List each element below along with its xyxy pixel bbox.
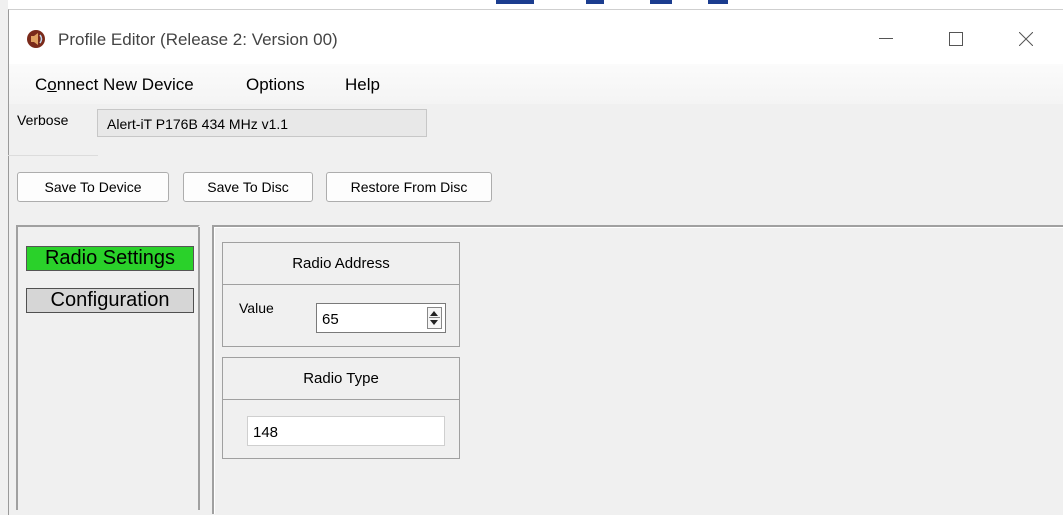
spin-arrows[interactable] <box>427 307 442 329</box>
spin-down-icon[interactable] <box>430 320 438 325</box>
radio-type-title: Radio Type <box>223 358 459 400</box>
nav-configuration-button[interactable]: Configuration <box>26 288 194 313</box>
menu-options[interactable]: Options <box>246 75 305 95</box>
menu-bar: Connect New Device Options Help <box>9 64 1063 104</box>
maximize-icon <box>949 32 963 46</box>
minimize-button[interactable] <box>863 21 909 57</box>
save-to-disc-button[interactable]: Save To Disc <box>183 172 313 202</box>
close-button[interactable] <box>1003 21 1049 57</box>
value-label: Value <box>239 300 274 316</box>
menu-help[interactable]: Help <box>345 75 380 95</box>
maximize-button[interactable] <box>933 21 979 57</box>
background-mark <box>708 0 728 4</box>
separator <box>8 155 98 156</box>
device-description-field: Alert-iT P176B 434 MHz v1.1 <box>97 109 427 137</box>
minimize-icon <box>879 38 893 39</box>
spin-divider <box>429 317 440 318</box>
radio-address-title: Radio Address <box>223 243 459 285</box>
window-title: Profile Editor (Release 2: Version 00) <box>58 30 338 49</box>
background-mark <box>496 0 534 4</box>
close-icon <box>1019 32 1033 46</box>
menu-connect-new-device[interactable]: Connect New Device <box>35 75 194 95</box>
save-to-device-button[interactable]: Save To Device <box>17 172 169 202</box>
radio-address-value[interactable]: 65 <box>322 311 339 328</box>
radio-address-group: Radio Address Value 65 <box>222 242 460 347</box>
spin-up-icon[interactable] <box>430 311 438 316</box>
verbose-label: Verbose <box>17 112 69 128</box>
nav-radio-settings-button[interactable]: Radio Settings <box>26 246 194 271</box>
background-strip <box>8 0 1063 9</box>
background-mark <box>650 0 672 4</box>
radio-address-stepper[interactable]: 65 <box>316 303 446 333</box>
background-mark <box>586 0 604 4</box>
title-bar[interactable]: Profile Editor (Release 2: Version 00) <box>9 10 1063 64</box>
speaker-icon <box>27 30 45 48</box>
radio-type-field[interactable]: 148 <box>247 416 445 446</box>
restore-from-disc-button[interactable]: Restore From Disc <box>326 172 492 202</box>
radio-type-group: Radio Type 148 <box>222 357 460 459</box>
